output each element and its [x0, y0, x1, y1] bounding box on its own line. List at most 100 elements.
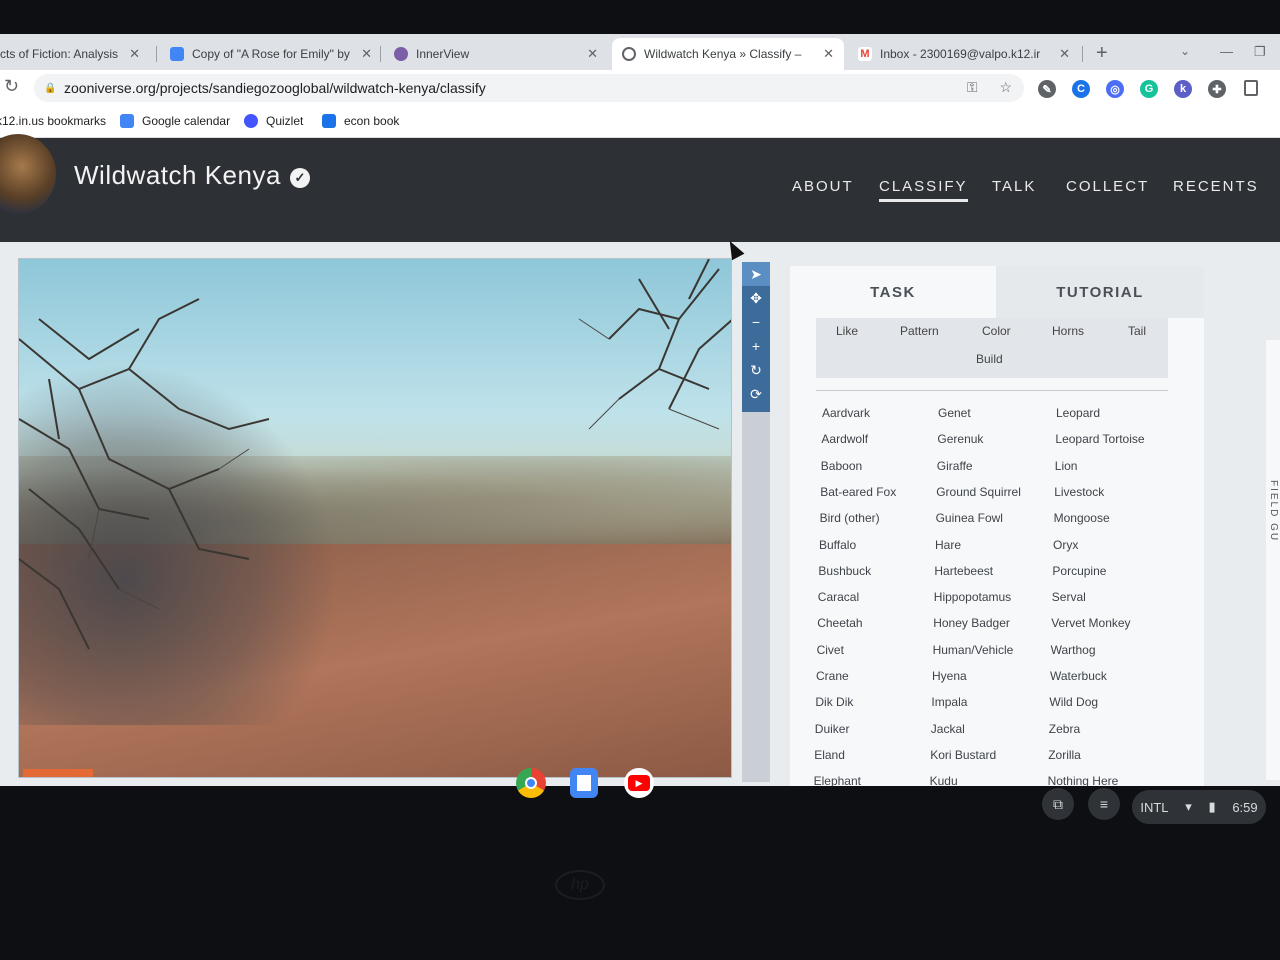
- field-guide-tab[interactable]: FIELD GU: [1266, 340, 1280, 780]
- species-choice-button[interactable]: Kudu: [930, 774, 958, 786]
- species-choice-button[interactable]: Lion: [1055, 459, 1078, 473]
- species-choice-button[interactable]: Genet: [938, 406, 971, 420]
- star-icon[interactable]: ☆: [999, 79, 1012, 95]
- filter-pattern[interactable]: Pattern: [900, 324, 939, 338]
- bookmark-google-calendar[interactable]: Google calendar: [120, 114, 230, 128]
- species-choice-button[interactable]: Oryx: [1053, 538, 1078, 552]
- chrome-icon[interactable]: [516, 768, 546, 798]
- tab-search-chevron-icon[interactable]: ⌄: [1180, 44, 1190, 58]
- species-choice-button[interactable]: Wild Dog: [1049, 695, 1098, 709]
- species-choice-button[interactable]: Porcupine: [1052, 564, 1106, 578]
- species-choice-button[interactable]: Caracal: [818, 590, 859, 604]
- grammarly-icon[interactable]: G: [1140, 80, 1158, 98]
- tab-rose-for-emily[interactable]: Copy of "A Rose for Emily" by ✕: [160, 38, 382, 70]
- close-icon[interactable]: ✕: [129, 46, 140, 62]
- side-panel-icon[interactable]: [1244, 80, 1258, 96]
- species-choice-button[interactable]: Aardvark: [822, 406, 870, 420]
- species-choice-button[interactable]: Leopard: [1056, 406, 1100, 420]
- move-tool-icon[interactable]: ✥: [742, 286, 770, 310]
- species-choice-button[interactable]: Elephant: [814, 774, 861, 786]
- pointer-tool-icon[interactable]: ➤: [742, 262, 770, 286]
- species-choice-button[interactable]: Bushbuck: [818, 564, 871, 578]
- tab-innerview[interactable]: InnerView ✕: [384, 38, 608, 70]
- species-choice-button[interactable]: Civet: [817, 643, 844, 657]
- nav-talk[interactable]: TALK: [992, 178, 1036, 195]
- subject-metadata-tab[interactable]: [23, 769, 93, 777]
- species-choice-button[interactable]: Aardwolf: [821, 432, 868, 446]
- species-choice-button[interactable]: Warthog: [1051, 643, 1096, 657]
- filter-horns[interactable]: Horns: [1052, 324, 1084, 338]
- species-choice-button[interactable]: Bat-eared Fox: [820, 485, 896, 499]
- close-icon[interactable]: ✕: [587, 46, 598, 62]
- species-choice-button[interactable]: Ground Squirrel: [936, 485, 1021, 499]
- species-choice-button[interactable]: Eland: [814, 748, 845, 762]
- bookmark-k12-folder[interactable]: k12.in.us bookmarks: [0, 114, 106, 128]
- c-extension-icon[interactable]: C: [1072, 80, 1090, 98]
- address-bar[interactable]: 🔒 zooniverse.org/projects/sandiegozooglo…: [34, 74, 1024, 102]
- media-queue-icon[interactable]: ≡: [1088, 788, 1120, 820]
- restore-button[interactable]: ❐: [1254, 44, 1266, 60]
- youtube-icon[interactable]: ▶: [624, 768, 654, 798]
- species-choice-button[interactable]: Giraffe: [937, 459, 973, 473]
- reset-icon[interactable]: ⟳: [742, 382, 770, 406]
- bookmark-econ-book[interactable]: econ book: [322, 114, 399, 128]
- tab-fiction-analysis[interactable]: cts of Fiction: Analysis P ✕: [0, 38, 150, 70]
- bookmark-quizlet[interactable]: Quizlet: [244, 114, 303, 128]
- rotate-icon[interactable]: ↻: [742, 358, 770, 382]
- zoom-in-icon[interactable]: +: [742, 334, 770, 358]
- species-choice-button[interactable]: Kori Bustard: [930, 748, 996, 762]
- tab-task[interactable]: TASK: [790, 266, 996, 318]
- species-choice-button[interactable]: Cheetah: [817, 616, 862, 630]
- species-choice-button[interactable]: Hartebeest: [934, 564, 993, 578]
- species-choice-button[interactable]: Hippopotamus: [934, 590, 1011, 604]
- close-icon[interactable]: ✕: [823, 46, 834, 62]
- species-choice-button[interactable]: Zorilla: [1048, 748, 1081, 762]
- species-choice-button[interactable]: Hyena: [932, 669, 967, 683]
- species-choice-button[interactable]: Baboon: [821, 459, 862, 473]
- filter-like[interactable]: Like: [836, 324, 858, 338]
- species-choice-button[interactable]: Honey Badger: [933, 616, 1010, 630]
- species-choice-button[interactable]: Zebra: [1049, 722, 1080, 736]
- k-extension-icon[interactable]: k: [1174, 80, 1192, 98]
- circle-extension-icon[interactable]: ◎: [1106, 80, 1124, 98]
- subject-image[interactable]: [18, 258, 732, 778]
- species-choice-button[interactable]: Human/Vehicle: [933, 643, 1014, 657]
- species-choice-button[interactable]: Impala: [931, 695, 967, 709]
- species-choice-button[interactable]: Vervet Monkey: [1051, 616, 1130, 630]
- species-choice-button[interactable]: Leopard Tortoise: [1055, 432, 1144, 446]
- filter-color[interactable]: Color: [982, 324, 1011, 338]
- tab-gmail-inbox[interactable]: M Inbox - 2300169@valpo.k12.ir ✕: [848, 38, 1080, 70]
- species-choice-button[interactable]: Waterbuck: [1050, 669, 1107, 683]
- minimize-button[interactable]: —: [1220, 44, 1233, 59]
- species-choice-button[interactable]: Hare: [935, 538, 961, 552]
- puzzle-icon[interactable]: ✚: [1208, 80, 1226, 98]
- tab-tutorial[interactable]: TUTORIAL: [996, 266, 1204, 318]
- pen-icon[interactable]: ✎: [1038, 80, 1056, 98]
- tab-wildwatch-kenya[interactable]: Wildwatch Kenya » Classify – ✕: [612, 38, 844, 70]
- lock-icon[interactable]: 🔒: [44, 83, 56, 94]
- species-choice-button[interactable]: Dik Dik: [815, 695, 853, 709]
- species-choice-button[interactable]: Guinea Fowl: [936, 511, 1003, 525]
- species-choice-button[interactable]: Nothing Here: [1048, 774, 1119, 786]
- species-choice-button[interactable]: Duiker: [815, 722, 850, 736]
- project-title[interactable]: Wildwatch Kenya: [74, 160, 281, 191]
- nav-recents[interactable]: RECENTS: [1173, 178, 1259, 195]
- docs-app-icon[interactable]: [570, 768, 598, 798]
- new-tab-button[interactable]: +: [1096, 42, 1108, 65]
- species-choice-button[interactable]: Bird (other): [820, 511, 880, 525]
- close-icon[interactable]: ✕: [361, 46, 372, 62]
- screen-capture-icon[interactable]: ⧉: [1042, 788, 1074, 820]
- species-choice-button[interactable]: Buffalo: [819, 538, 856, 552]
- project-avatar[interactable]: [0, 134, 56, 214]
- close-icon[interactable]: ✕: [1059, 46, 1070, 62]
- zoom-out-icon[interactable]: −: [742, 310, 770, 334]
- species-choice-button[interactable]: Gerenuk: [937, 432, 983, 446]
- filter-build[interactable]: Build: [976, 352, 1003, 366]
- species-choice-button[interactable]: Crane: [816, 669, 849, 683]
- species-choice-button[interactable]: Mongoose: [1054, 511, 1110, 525]
- nav-about[interactable]: ABOUT: [792, 178, 854, 195]
- reload-icon[interactable]: ↻: [4, 76, 19, 97]
- system-tray[interactable]: INTL ▾ ▮ 6:59: [1132, 790, 1266, 824]
- species-choice-button[interactable]: Livestock: [1054, 485, 1104, 499]
- species-choice-button[interactable]: Jackal: [931, 722, 965, 736]
